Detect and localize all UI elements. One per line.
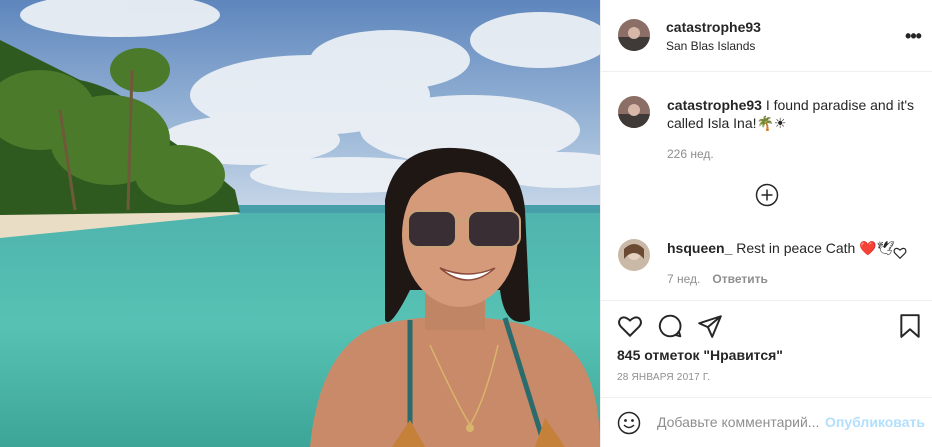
- heart-icon[interactable]: [617, 313, 643, 339]
- plus-circle-icon[interactable]: [755, 183, 779, 207]
- caption-username[interactable]: catastrophe93: [667, 97, 762, 113]
- post-date[interactable]: 28 ЯНВАРЯ 2017 Г.: [617, 372, 710, 383]
- caption-time[interactable]: 226 нед.: [667, 147, 714, 161]
- post-header: catastrophe93 San Blas Islands •••: [601, 0, 932, 72]
- comment-meta: 7 нед. Ответить: [667, 272, 768, 286]
- caption-avatar[interactable]: [618, 96, 650, 128]
- bookmark-icon[interactable]: [897, 313, 923, 339]
- comment-avatar[interactable]: [618, 239, 650, 271]
- publish-button[interactable]: Опубликовать: [825, 414, 925, 430]
- comment: hsqueen_ Rest in peace Cath ❤️🕊: [667, 240, 894, 257]
- heart-icon[interactable]: [893, 246, 907, 260]
- emoji-icon[interactable]: [617, 411, 641, 435]
- comment-time[interactable]: 7 нед.: [667, 272, 700, 286]
- comment-text: Rest in peace Cath ❤️🕊: [732, 240, 895, 256]
- caption: catastrophe93 I found paradise and it's …: [667, 96, 917, 132]
- more-horizontal-icon[interactable]: •••: [903, 26, 923, 46]
- share-icon[interactable]: [697, 313, 723, 339]
- likes-count[interactable]: 845 отметок "Нравится": [617, 347, 783, 363]
- add-comment-bar: Опубликовать: [601, 397, 932, 447]
- post-username[interactable]: catastrophe93: [666, 19, 761, 35]
- comment-input[interactable]: [657, 412, 821, 432]
- post-sidebar: catastrophe93 San Blas Islands ••• catas…: [600, 0, 932, 447]
- comment-icon[interactable]: [657, 313, 683, 339]
- reply-button[interactable]: Ответить: [712, 272, 767, 286]
- comment-username[interactable]: hsqueen_: [667, 240, 732, 256]
- post-location[interactable]: San Blas Islands: [666, 39, 755, 53]
- post-actions: 845 отметок "Нравится" 28 ЯНВАРЯ 2017 Г.: [601, 300, 932, 392]
- avatar[interactable]: [618, 19, 650, 51]
- post-photo[interactable]: [0, 0, 600, 447]
